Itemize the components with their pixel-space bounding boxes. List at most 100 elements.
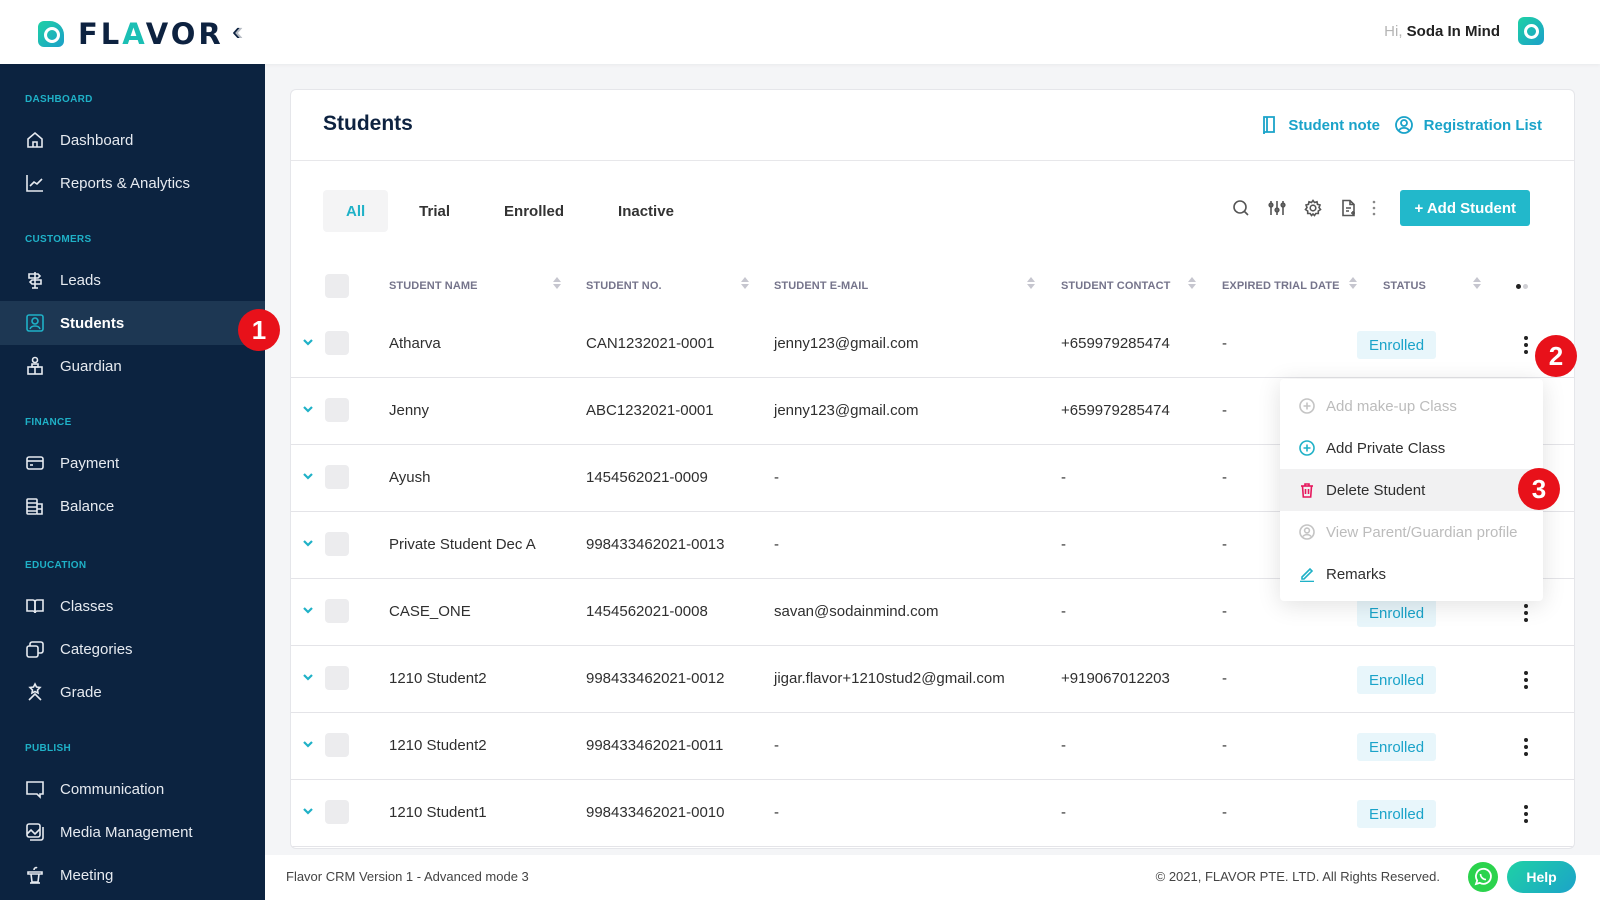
table-row[interactable]: 1210 Student1 998433462021-0010 - - - Enrolle… xyxy=(291,780,1574,847)
sort-icon[interactable] xyxy=(1027,276,1035,290)
sidebar-item-media-management[interactable]: Media Management xyxy=(0,810,265,854)
chevron-down-icon[interactable] xyxy=(301,402,317,418)
sort-icon[interactable] xyxy=(1188,276,1196,290)
status-tabs: All Trial Enrolled Inactive xyxy=(323,190,705,232)
student-name[interactable]: Private Student Dec A xyxy=(389,536,536,553)
column-header-expired-trial-date[interactable]: EXPIRED TRIAL DATE xyxy=(1222,280,1340,292)
student-no: 1454562021-0008 xyxy=(586,603,708,620)
sidebar-item-classes[interactable]: Classes xyxy=(0,584,265,628)
column-header-student-contact[interactable]: STUDENT CONTACT xyxy=(1061,280,1170,292)
export-document-icon[interactable] xyxy=(1338,197,1360,219)
row-checkbox[interactable] xyxy=(325,733,349,757)
chevron-down-icon[interactable] xyxy=(301,469,317,485)
menu-item-remarks[interactable]: Remarks xyxy=(1280,553,1543,595)
sidebar-item-grade[interactable]: Grade xyxy=(0,670,265,714)
sidebar-item-students[interactable]: Students xyxy=(0,301,265,345)
more-vertical-icon[interactable] xyxy=(1370,197,1378,219)
student-name[interactable]: Atharva xyxy=(389,335,441,352)
sidebar-item-categories[interactable]: Categories xyxy=(0,627,265,671)
sidebar-item-label: Dashboard xyxy=(60,131,134,149)
student-email: - xyxy=(774,804,779,821)
row-actions-button[interactable] xyxy=(1518,601,1534,625)
sidebar-item-communication[interactable]: Communication xyxy=(0,767,265,811)
tab-enrolled[interactable]: Enrolled xyxy=(481,190,587,232)
dot xyxy=(1524,604,1528,608)
select-all-checkbox[interactable] xyxy=(325,274,349,298)
filter-sliders-icon[interactable] xyxy=(1266,197,1288,219)
collapse-sidebar-button[interactable]: ‹‹ xyxy=(232,18,243,44)
dot xyxy=(1524,805,1528,809)
table-row[interactable]: 1210 Student2 998433462021-0012 jigar.flav… xyxy=(291,646,1574,713)
chevron-down-icon[interactable] xyxy=(301,670,317,686)
student-email: - xyxy=(774,737,779,754)
row-checkbox[interactable] xyxy=(325,465,349,489)
row-checkbox[interactable] xyxy=(325,331,349,355)
column-header-student-name[interactable]: STUDENT NAME xyxy=(389,280,478,292)
row-checkbox[interactable] xyxy=(325,398,349,422)
sidebar-item-balance[interactable]: Balance xyxy=(0,484,265,528)
row-checkbox[interactable] xyxy=(325,532,349,556)
menu-item-add-private-class[interactable]: Add Private Class xyxy=(1280,427,1543,469)
sidebar-item-reports[interactable]: Reports & Analytics xyxy=(0,161,265,205)
chevron-down-icon[interactable] xyxy=(301,737,317,753)
expired-trial-date: - xyxy=(1222,402,1227,419)
student-name[interactable]: 1210 Student1 xyxy=(389,804,487,821)
column-toggle-icon[interactable] xyxy=(1516,284,1530,289)
sidebar: DASHBOARD Dashboard Reports & Analytics … xyxy=(0,64,265,900)
trash-icon xyxy=(1298,481,1316,499)
sidebar-item-payment[interactable]: Payment xyxy=(0,441,265,485)
chevron-down-icon[interactable] xyxy=(301,603,317,619)
registration-list-link[interactable]: Registration List xyxy=(1394,115,1542,135)
row-actions-button[interactable] xyxy=(1518,668,1534,692)
sort-icon[interactable] xyxy=(1473,276,1481,290)
row-actions-button[interactable] xyxy=(1518,333,1534,357)
chevron-down-icon[interactable] xyxy=(301,335,317,351)
avatar[interactable] xyxy=(1518,17,1544,45)
sidebar-item-leads[interactable]: Leads xyxy=(0,258,265,302)
row-checkbox[interactable] xyxy=(325,666,349,690)
sidebar-item-label: Grade xyxy=(60,683,102,701)
menu-item-add-makeup-class[interactable]: Add make-up Class xyxy=(1280,385,1543,427)
sort-icon[interactable] xyxy=(1349,276,1357,290)
student-name[interactable]: Jenny xyxy=(389,402,429,419)
sidebar-item-guardian[interactable]: Guardian xyxy=(0,344,265,388)
flavor-logo[interactable]: FLAVOR xyxy=(38,17,224,51)
dot xyxy=(1524,745,1528,749)
student-email: jenny123@gmail.com xyxy=(774,335,919,352)
table-row[interactable]: Atharva CAN1232021-0001 jenny123@gmail.com… xyxy=(291,311,1574,378)
column-header-student-no[interactable]: STUDENT NO. xyxy=(586,280,662,292)
student-name[interactable]: CASE_ONE xyxy=(389,603,471,620)
row-actions-button[interactable] xyxy=(1518,802,1534,826)
sort-icon[interactable] xyxy=(553,276,561,290)
menu-item-view-guardian-profile[interactable]: View Parent/Guardian profile xyxy=(1280,511,1543,553)
sidebar-item-label: Meeting xyxy=(60,866,114,884)
student-note-link[interactable]: Student note xyxy=(1262,115,1380,135)
whatsapp-icon[interactable] xyxy=(1468,862,1498,892)
chevron-down-icon[interactable] xyxy=(301,804,317,820)
tab-trial[interactable]: Trial xyxy=(396,190,473,232)
gear-icon[interactable] xyxy=(1302,197,1324,219)
tab-inactive[interactable]: Inactive xyxy=(595,190,697,232)
table-row[interactable]: 1210 Student2 998433462021-0011 - - - Enrolle… xyxy=(291,713,1574,780)
column-header-status[interactable]: STATUS xyxy=(1383,280,1426,292)
row-checkbox[interactable] xyxy=(325,599,349,623)
sidebar-item-meeting[interactable]: Meeting xyxy=(0,853,265,897)
menu-item-delete-student[interactable]: Delete Student xyxy=(1280,469,1543,511)
sort-icon[interactable] xyxy=(741,276,749,290)
tab-all[interactable]: All xyxy=(323,190,389,232)
add-student-button[interactable]: + Add Student xyxy=(1400,190,1530,226)
dot xyxy=(1524,819,1528,823)
user-circle-icon xyxy=(1394,116,1413,134)
student-name[interactable]: 1210 Student2 xyxy=(389,670,487,687)
row-actions-button[interactable] xyxy=(1518,735,1534,759)
help-button[interactable]: Help xyxy=(1507,861,1576,893)
menu-item-label: Delete Student xyxy=(1326,481,1426,499)
column-header-student-email[interactable]: STUDENT E-MAIL xyxy=(774,280,868,292)
student-name[interactable]: 1210 Student2 xyxy=(389,737,487,754)
dot xyxy=(1524,343,1528,347)
chevron-down-icon[interactable] xyxy=(301,536,317,552)
search-icon[interactable] xyxy=(1230,197,1252,219)
student-name[interactable]: Ayush xyxy=(389,469,430,486)
sidebar-item-dashboard[interactable]: Dashboard xyxy=(0,118,265,162)
row-checkbox[interactable] xyxy=(325,800,349,824)
